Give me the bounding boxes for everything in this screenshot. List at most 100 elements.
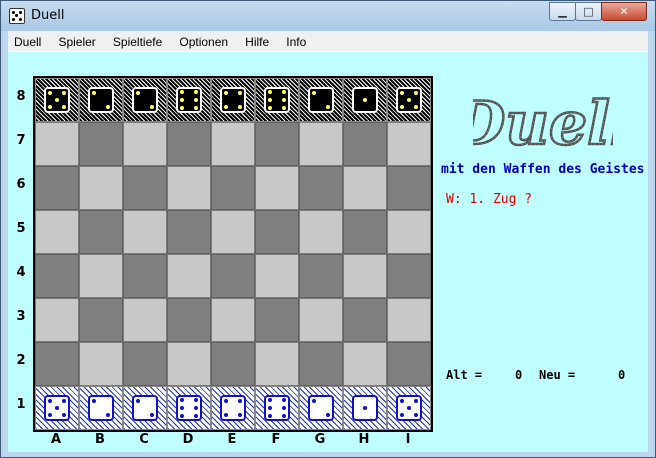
pip bbox=[48, 399, 52, 403]
menu-optionen[interactable]: Optionen bbox=[173, 32, 234, 49]
board-square-h6[interactable] bbox=[343, 166, 387, 210]
board-square-i5[interactable] bbox=[387, 210, 431, 254]
board-square-d6[interactable] bbox=[167, 166, 211, 210]
board-square-g3[interactable] bbox=[299, 298, 343, 342]
board-square-c5[interactable] bbox=[123, 210, 167, 254]
white-die-f[interactable] bbox=[255, 386, 299, 430]
board-square-g6[interactable] bbox=[299, 166, 343, 210]
board-square-a7[interactable] bbox=[35, 122, 79, 166]
file-label: I bbox=[405, 432, 411, 447]
white-die-g[interactable] bbox=[299, 386, 343, 430]
board-square-h3[interactable] bbox=[343, 298, 387, 342]
board-square-a2[interactable] bbox=[35, 342, 79, 386]
board-square-h2[interactable] bbox=[343, 342, 387, 386]
board-square-c4[interactable] bbox=[123, 254, 167, 298]
black-die-e[interactable] bbox=[211, 78, 255, 122]
board-square-a3[interactable] bbox=[35, 298, 79, 342]
white-die-c[interactable] bbox=[123, 386, 167, 430]
board-square-g5[interactable] bbox=[299, 210, 343, 254]
black-die-d[interactable] bbox=[167, 78, 211, 122]
board-square-b6[interactable] bbox=[79, 166, 123, 210]
pip bbox=[150, 105, 154, 109]
board-square-a4[interactable] bbox=[35, 254, 79, 298]
board-square-c7[interactable] bbox=[123, 122, 167, 166]
pip bbox=[92, 91, 96, 95]
white-die-i[interactable] bbox=[387, 386, 431, 430]
pip bbox=[268, 106, 272, 110]
board-square-d5[interactable] bbox=[167, 210, 211, 254]
board-square-g7[interactable] bbox=[299, 122, 343, 166]
file-label: A bbox=[50, 432, 62, 447]
pip bbox=[238, 105, 242, 109]
black-die-g[interactable] bbox=[299, 78, 343, 122]
minimize-button[interactable]: ▁ bbox=[549, 2, 576, 21]
white-die-a[interactable] bbox=[35, 386, 79, 430]
board-square-g2[interactable] bbox=[299, 342, 343, 386]
pip bbox=[282, 414, 286, 418]
close-button[interactable]: ✕ bbox=[601, 2, 647, 21]
board-square-c2[interactable] bbox=[123, 342, 167, 386]
board-square-i4[interactable] bbox=[387, 254, 431, 298]
board-square-b3[interactable] bbox=[79, 298, 123, 342]
white-die-h[interactable] bbox=[343, 386, 387, 430]
board-square-c3[interactable] bbox=[123, 298, 167, 342]
board-square-b2[interactable] bbox=[79, 342, 123, 386]
app-window: Duell ▁ □ ✕ Duell Spieler Spieltiefe Opt… bbox=[0, 0, 656, 458]
menu-duell[interactable]: Duell bbox=[8, 32, 47, 49]
board-square-e6[interactable] bbox=[211, 166, 255, 210]
board-square-b5[interactable] bbox=[79, 210, 123, 254]
die-face bbox=[176, 87, 202, 113]
board-square-i2[interactable] bbox=[387, 342, 431, 386]
menu-hilfe[interactable]: Hilfe bbox=[239, 32, 275, 49]
black-die-b[interactable] bbox=[79, 78, 123, 122]
black-die-h[interactable] bbox=[343, 78, 387, 122]
pip bbox=[106, 413, 110, 417]
board-square-h5[interactable] bbox=[343, 210, 387, 254]
menu-spieler[interactable]: Spieler bbox=[52, 32, 101, 49]
board-square-f2[interactable] bbox=[255, 342, 299, 386]
white-die-b[interactable] bbox=[79, 386, 123, 430]
pip bbox=[62, 413, 66, 417]
board-square-f5[interactable] bbox=[255, 210, 299, 254]
title-bar[interactable]: Duell ▁ □ ✕ bbox=[1, 1, 655, 31]
alt-value: 0 bbox=[515, 368, 523, 382]
dice-app-icon[interactable] bbox=[9, 8, 25, 24]
board-square-e2[interactable] bbox=[211, 342, 255, 386]
pip bbox=[268, 406, 272, 410]
menu-info[interactable]: Info bbox=[280, 32, 312, 49]
board-square-e5[interactable] bbox=[211, 210, 255, 254]
board-square-a5[interactable] bbox=[35, 210, 79, 254]
board-square-b7[interactable] bbox=[79, 122, 123, 166]
board-square-i6[interactable] bbox=[387, 166, 431, 210]
window-title: Duell bbox=[31, 8, 65, 23]
board-square-i7[interactable] bbox=[387, 122, 431, 166]
board-square-d2[interactable] bbox=[167, 342, 211, 386]
board-square-b4[interactable] bbox=[79, 254, 123, 298]
board-square-f3[interactable] bbox=[255, 298, 299, 342]
board-square-f7[interactable] bbox=[255, 122, 299, 166]
board-square-e7[interactable] bbox=[211, 122, 255, 166]
board-square-g4[interactable] bbox=[299, 254, 343, 298]
game-board[interactable] bbox=[33, 76, 433, 432]
board-square-h4[interactable] bbox=[343, 254, 387, 298]
board-square-i3[interactable] bbox=[387, 298, 431, 342]
black-die-a[interactable] bbox=[35, 78, 79, 122]
board-square-e3[interactable] bbox=[211, 298, 255, 342]
white-die-d[interactable] bbox=[167, 386, 211, 430]
board-square-d7[interactable] bbox=[167, 122, 211, 166]
maximize-button[interactable]: □ bbox=[575, 2, 602, 21]
board-square-a6[interactable] bbox=[35, 166, 79, 210]
black-die-f[interactable] bbox=[255, 78, 299, 122]
board-square-e4[interactable] bbox=[211, 254, 255, 298]
menu-spieltiefe[interactable]: Spieltiefe bbox=[107, 32, 168, 49]
board-square-f4[interactable] bbox=[255, 254, 299, 298]
pip bbox=[180, 90, 184, 94]
board-square-d4[interactable] bbox=[167, 254, 211, 298]
board-square-f6[interactable] bbox=[255, 166, 299, 210]
board-square-c6[interactable] bbox=[123, 166, 167, 210]
board-square-h7[interactable] bbox=[343, 122, 387, 166]
board-square-d3[interactable] bbox=[167, 298, 211, 342]
black-die-c[interactable] bbox=[123, 78, 167, 122]
black-die-i[interactable] bbox=[387, 78, 431, 122]
white-die-e[interactable] bbox=[211, 386, 255, 430]
